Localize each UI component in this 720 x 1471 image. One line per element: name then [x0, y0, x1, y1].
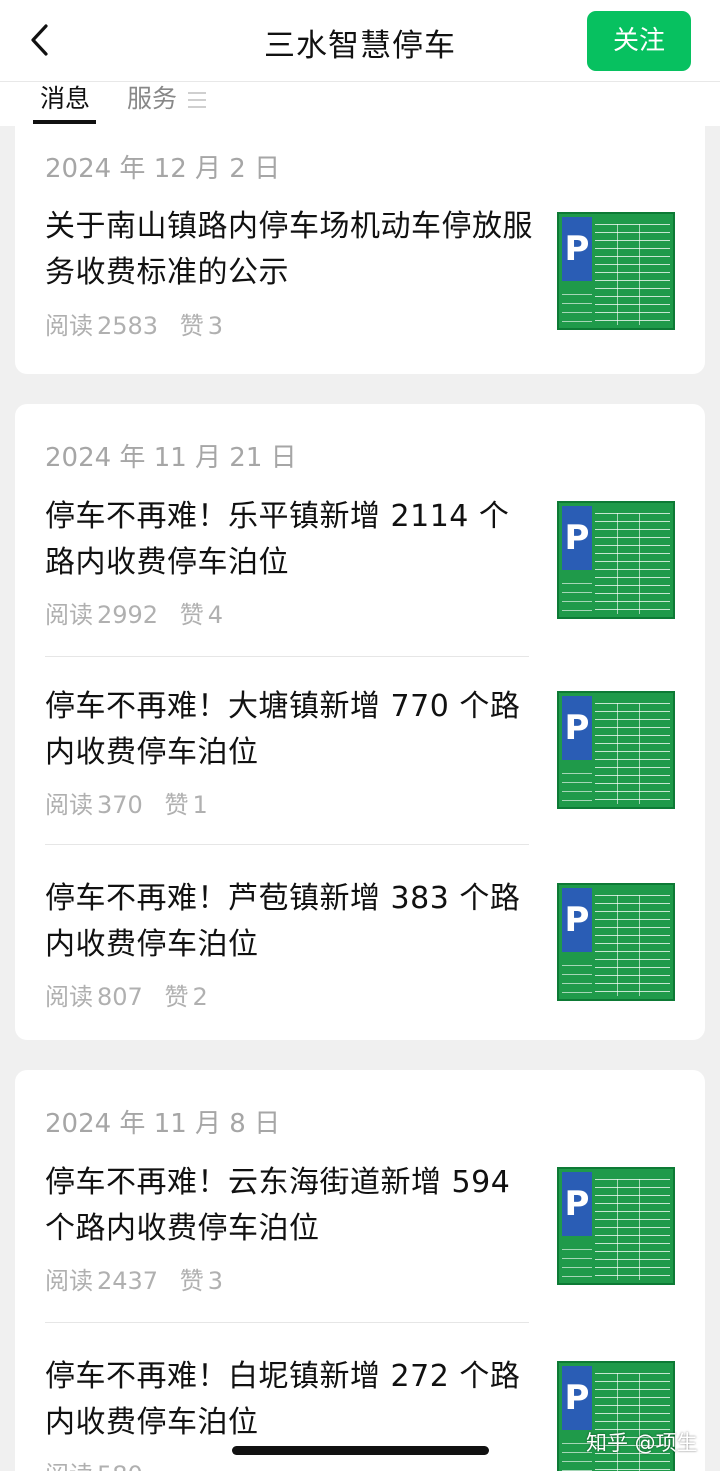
follow-button[interactable]: 关注 [587, 11, 691, 71]
article-stats: 阅读 370 赞1 [45, 785, 208, 820]
tab-messages[interactable]: 消息 [40, 84, 90, 114]
tab-services[interactable]: 服务 [127, 84, 177, 114]
read-count: 2583 [97, 312, 159, 340]
card-date: 2024 年 11 月 21 日 [45, 443, 297, 473]
read-label: 阅读 [45, 312, 93, 340]
article-stats: 阅读 807 赞2 [45, 977, 208, 1012]
article-item[interactable]: 停车不再难！大塘镇新增 770 个路内收费停车泊位 阅读 370 赞1 P [15, 684, 705, 824]
card-date: 2024 年 12 月 2 日 [45, 154, 281, 184]
parking-p-icon: P [562, 217, 592, 281]
article-stats: 阅读 2437 赞3 [45, 1261, 223, 1296]
parking-p-icon: P [562, 506, 592, 570]
message-card: 2024 年 11 月 8 日 停车不再难！云东海街道新增 594 个路内收费停… [15, 1070, 705, 1471]
read-label: 阅读 [45, 601, 93, 629]
article-item[interactable]: 关于南山镇路内停车场机动车停放服务收费标准的公示 阅读 2583 赞3 P [15, 204, 705, 344]
read-label: 阅读 [45, 791, 93, 819]
article-item[interactable]: 停车不再难！云东海街道新增 594 个路内收费停车泊位 阅读 2437 赞3 P [15, 1160, 705, 1300]
like-count: 2 [192, 983, 208, 1011]
article-thumbnail: P [557, 691, 675, 809]
message-card: 2024 年 11 月 21 日 停车不再难！乐平镇新增 2114 个路内收费停… [15, 404, 705, 1040]
read-count: 580 [97, 1461, 143, 1471]
top-bar: 三水智慧停车 关注 [0, 0, 720, 82]
divider [45, 844, 529, 845]
parking-p-icon: P [562, 696, 592, 760]
read-count: 807 [97, 983, 143, 1011]
parking-p-icon: P [562, 1366, 592, 1430]
article-item[interactable]: 停车不再难！芦苞镇新增 383 个路内收费停车泊位 阅读 807 赞2 P [15, 876, 705, 1016]
tab-bar: 消息 服务 [0, 82, 720, 126]
article-thumbnail: P [557, 1167, 675, 1285]
divider [45, 656, 529, 657]
divider [45, 1322, 529, 1323]
like-count: 3 [207, 312, 223, 340]
menu-icon[interactable] [188, 92, 206, 108]
read-label: 阅读 [45, 983, 93, 1011]
parking-p-icon: P [562, 1172, 592, 1236]
like-count: 4 [207, 601, 223, 629]
read-label: 阅读 [45, 1267, 93, 1295]
read-count: 2437 [97, 1267, 159, 1295]
like-label: 赞 [179, 312, 204, 340]
like-label: 赞 [164, 791, 189, 819]
parking-p-icon: P [562, 888, 592, 952]
article-thumbnail: P [557, 501, 675, 619]
article-thumbnail: P [557, 212, 675, 330]
article-title: 关于南山镇路内停车场机动车停放服务收费标准的公示 [45, 209, 533, 290]
article-title: 停车不再难！乐平镇新增 2114 个路内收费停车泊位 [45, 499, 510, 580]
read-count: 2992 [97, 601, 159, 629]
message-card: 2024 年 12 月 2 日 关于南山镇路内停车场机动车停放服务收费标准的公示… [15, 112, 705, 374]
article-title: 停车不再难！大塘镇新增 770 个路内收费停车泊位 [45, 689, 521, 770]
article-stats: 阅读 2583 赞3 [45, 306, 223, 341]
article-stats: 阅读 580 [45, 1455, 143, 1471]
like-label: 赞 [164, 983, 189, 1011]
like-count: 1 [192, 791, 208, 819]
like-count: 3 [207, 1267, 223, 1295]
read-label: 阅读 [45, 1461, 93, 1471]
article-item[interactable]: 停车不再难！乐平镇新增 2114 个路内收费停车泊位 阅读 2992 赞4 P [15, 494, 705, 634]
watermark: 知乎 @项生 [586, 1431, 698, 1455]
read-count: 370 [97, 791, 143, 819]
article-stats: 阅读 2992 赞4 [45, 595, 223, 630]
article-title: 停车不再难！云东海街道新增 594 个路内收费停车泊位 [45, 1165, 511, 1246]
like-label: 赞 [179, 1267, 204, 1295]
active-tab-indicator [33, 120, 96, 124]
article-title: 停车不再难！白坭镇新增 272 个路内收费停车泊位 [45, 1359, 521, 1440]
card-date: 2024 年 11 月 8 日 [45, 1109, 281, 1139]
article-title: 停车不再难！芦苞镇新增 383 个路内收费停车泊位 [45, 881, 521, 962]
home-indicator[interactable] [232, 1446, 489, 1455]
like-label: 赞 [179, 601, 204, 629]
article-thumbnail: P [557, 883, 675, 1001]
